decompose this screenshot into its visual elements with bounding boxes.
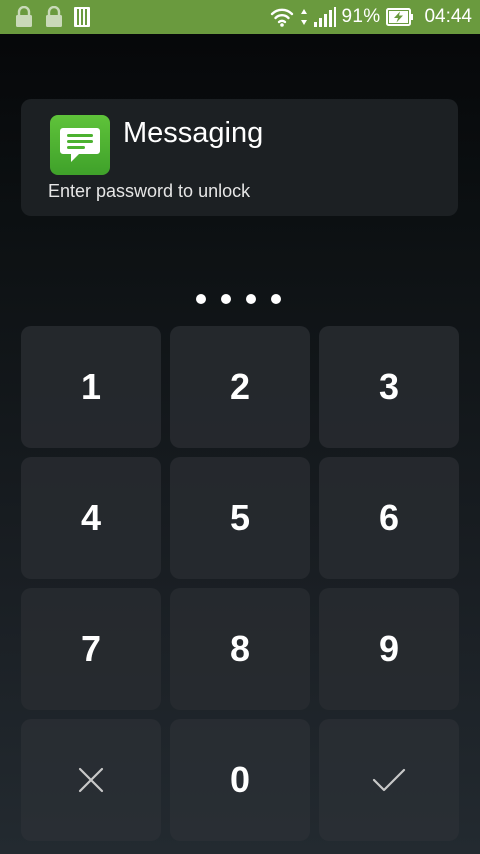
messaging-icon [50,115,110,175]
pin-indicator [196,294,281,304]
pin-dot [196,294,206,304]
close-icon [77,766,105,794]
key-5[interactable]: 5 [170,457,310,579]
clock: 04:44 [424,6,472,27]
key-3[interactable]: 3 [319,326,459,448]
pin-dot [271,294,281,304]
battery-percent: 91% [341,6,381,27]
key-2[interactable]: 2 [170,326,310,448]
key-4[interactable]: 4 [21,457,161,579]
lock-icon [14,6,34,28]
key-6[interactable]: 6 [319,457,459,579]
key-8[interactable]: 8 [170,588,310,710]
key-9[interactable]: 9 [319,588,459,710]
clear-button[interactable] [21,719,161,841]
sim-card-icon [74,7,90,27]
battery-charging-icon [386,8,414,26]
status-notifications [14,6,90,28]
wifi-icon [270,7,294,27]
data-transfer-icon [300,8,308,26]
app-name: Messaging [123,117,264,149]
pin-keypad: 1 2 3 4 5 6 7 8 9 0 [21,326,459,841]
unlock-prompt: Enter password to unlock [48,181,251,201]
key-7[interactable]: 7 [21,588,161,710]
status-bar: 91% 04:44 [0,0,480,34]
pin-dot [246,294,256,304]
key-1[interactable]: 1 [21,326,161,448]
pin-dot [221,294,231,304]
status-system: 91% 04:44 [270,6,472,28]
key-0[interactable]: 0 [170,719,310,841]
lock-icon [44,6,64,28]
checkmark-icon [372,767,406,793]
app-lock-card: Messaging Enter password to unlock [21,99,458,216]
signal-icon [313,7,336,27]
confirm-button[interactable] [319,719,459,841]
